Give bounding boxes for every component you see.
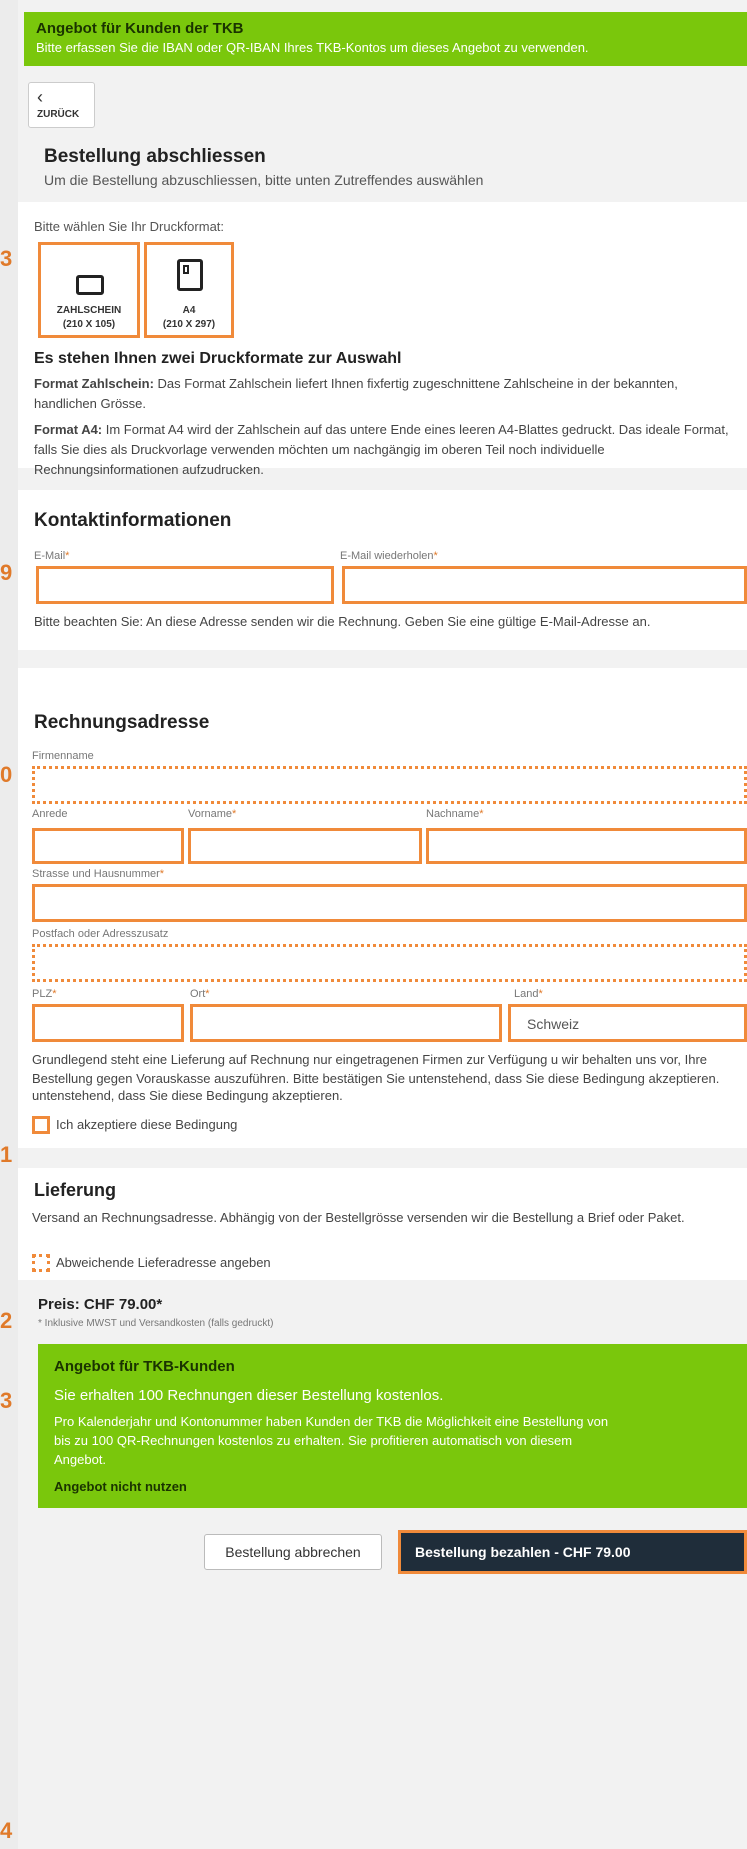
step-marker: 1 [0, 1142, 13, 1167]
zip-label: PLZ [32, 988, 53, 1000]
street-field[interactable] [32, 884, 747, 922]
format-heading: Es stehen Ihnen zwei Druckformate zur Au… [34, 350, 402, 367]
format-prompt: Bitte wählen Sie Ihr Druckformat: [34, 219, 225, 234]
format-option-a4[interactable]: A4 (210 X 297) [144, 242, 234, 338]
accept-label: Ich akzeptiere diese Bedingung [56, 1117, 238, 1132]
format-a4-bold: Format A4: [34, 422, 103, 437]
email-field[interactable] [36, 566, 334, 604]
pay-order-button[interactable]: Bestellung bezahlen - CHF 79.00 [398, 1530, 747, 1574]
contact-note: Bitte beachten Sie: An diese Adresse sen… [34, 614, 651, 629]
required-mark: * [433, 550, 438, 562]
required-mark: * [205, 988, 210, 1000]
billing-panel: Rechnungsadresse Firmenname Anrede Vorna… [18, 668, 747, 1088]
terms-text: Grundlegend steht eine Lieferung auf Rec… [32, 1052, 720, 1086]
chevron-left-icon: ‹ [37, 87, 43, 107]
step-marker: 2 [0, 1308, 13, 1333]
delivery-text: Versand an Rechnungsadresse. Abhängig vo… [32, 1210, 685, 1225]
banner-title: Angebot für Kunden der TKB [36, 20, 244, 37]
order-title: Bestellung abschliessen [44, 146, 266, 167]
lastname-label-wrap: Nachname* [426, 808, 483, 820]
required-mark: * [479, 808, 484, 820]
alt-address-checkbox[interactable] [32, 1254, 50, 1272]
billing-title: Rechnungsadresse [34, 712, 210, 733]
alt-address-label: Abweichende Lieferadresse angeben [56, 1255, 271, 1270]
format-option-label: A4 [182, 305, 196, 316]
city-label: Ort [190, 988, 206, 1000]
price-note: * Inklusive MWST und Versandkosten (fall… [38, 1318, 274, 1329]
action-bar: Bestellung abbrechen Bestellung bezahlen… [18, 1526, 747, 1849]
terms-text-tail: untenstehend, dass Sie diese Bedingung a… [32, 1088, 343, 1103]
tkb-customer-offer: Angebot für TKB-Kunden Sie erhalten 100 … [38, 1344, 747, 1508]
city-label-wrap: Ort* [190, 988, 210, 1000]
page: Angebot für Kunden der TKB Bitte erfasse… [18, 0, 747, 1849]
zahlschein-icon [76, 275, 104, 295]
required-mark: * [52, 988, 57, 1000]
country-label-wrap: Land* [514, 988, 543, 1000]
banner-text: Bitte erfassen Sie die IBAN oder QR-IBAN… [36, 40, 589, 55]
country-value: Schweiz [527, 1016, 580, 1032]
company-field[interactable] [32, 766, 747, 804]
country-label: Land [514, 988, 539, 1000]
format-panel: Bitte wählen Sie Ihr Druckformat: ZAHLSC… [18, 202, 747, 477]
format-a4-text: Im Format A4 wird der Zahlschein auf das… [34, 422, 729, 477]
cancel-order-button[interactable]: Bestellung abbrechen [204, 1534, 382, 1570]
format-option-label: ZAHLSCHEIN [56, 305, 122, 316]
offer-headline: Sie erhalten 100 Rechnungen dieser Beste… [54, 1387, 444, 1404]
delivery-panel: Lieferung Versand an Rechnungsadresse. A… [18, 1168, 747, 1280]
step-marker: 9 [0, 560, 13, 585]
back-label: ZURÜCK [37, 109, 80, 120]
salutation-field[interactable] [32, 828, 184, 864]
street-label: Strasse und Hausnummer [32, 868, 160, 880]
lastname-field[interactable] [426, 828, 747, 864]
email-repeat-field[interactable] [342, 566, 747, 604]
step-marker: 0 [0, 762, 13, 787]
accept-checkbox[interactable] [32, 1116, 50, 1134]
step-marker: 3 [0, 246, 13, 271]
zip-field[interactable] [32, 1004, 184, 1042]
contact-panel: Kontaktinformationen E-Mail* E-Mail wied… [18, 490, 747, 650]
offer-text: Pro Kalenderjahr und Kontonummer haben K… [54, 1414, 609, 1467]
delivery-title: Lieferung [34, 1180, 117, 1200]
salutation-label: Anrede [32, 808, 68, 820]
price-title: Preis: CHF 79.00* [38, 1296, 163, 1313]
format-option-size: (210 X 105) [62, 319, 116, 330]
required-mark: * [538, 988, 543, 1000]
tkb-offer-banner: Angebot für Kunden der TKB Bitte erfasse… [24, 12, 747, 66]
company-label: Firmenname [32, 750, 94, 762]
pobox-label: Postfach oder Adresszusatz [32, 928, 169, 940]
zip-label-wrap: PLZ* [32, 988, 56, 1000]
format-option-size: (210 X 297) [162, 319, 216, 330]
lastname-label: Nachname [426, 808, 480, 820]
street-label-wrap: Strasse und Hausnummer* [32, 868, 164, 880]
city-field[interactable] [190, 1004, 502, 1042]
format-zahlschein-bold: Format Zahlschein: [34, 376, 154, 391]
pobox-field[interactable] [32, 944, 747, 982]
step-marker: 4 [0, 1818, 13, 1843]
offer-decline-link[interactable]: Angebot nicht nutzen [54, 1479, 731, 1494]
required-mark: * [65, 550, 70, 562]
format-description-zahlschein: Format Zahlschein: Das Format Zahlschein… [34, 374, 740, 414]
contact-title: Kontaktinformationen [34, 510, 232, 531]
terms-panel: untenstehend, dass Sie diese Bedingung a… [18, 1088, 747, 1148]
email-repeat-label: E-Mail wiederholen [340, 550, 434, 562]
firstname-label: Vorname [188, 808, 233, 820]
email-label-wrap: E-Mail* [34, 550, 69, 562]
firstname-label-wrap: Vorname* [188, 808, 236, 820]
country-select[interactable]: Schweiz [508, 1004, 747, 1042]
a4-page-icon [177, 259, 203, 291]
email-label: E-Mail [34, 550, 66, 562]
back-button[interactable]: ‹ ZURÜCK [28, 82, 95, 128]
step-marker: 3 [0, 1388, 13, 1413]
required-mark: * [232, 808, 237, 820]
email-repeat-label-wrap: E-Mail wiederholen* [340, 550, 438, 562]
order-subtitle: Um die Bestellung abzuschliessen, bitte … [44, 172, 484, 188]
format-description-a4: Format A4: Im Format A4 wird der Zahlsch… [34, 420, 740, 480]
firstname-field[interactable] [188, 828, 422, 864]
format-option-zahlschein[interactable]: ZAHLSCHEIN (210 X 105) [38, 242, 140, 338]
required-mark: * [159, 868, 165, 880]
offer-title: Angebot für TKB-Kunden [54, 1358, 235, 1375]
